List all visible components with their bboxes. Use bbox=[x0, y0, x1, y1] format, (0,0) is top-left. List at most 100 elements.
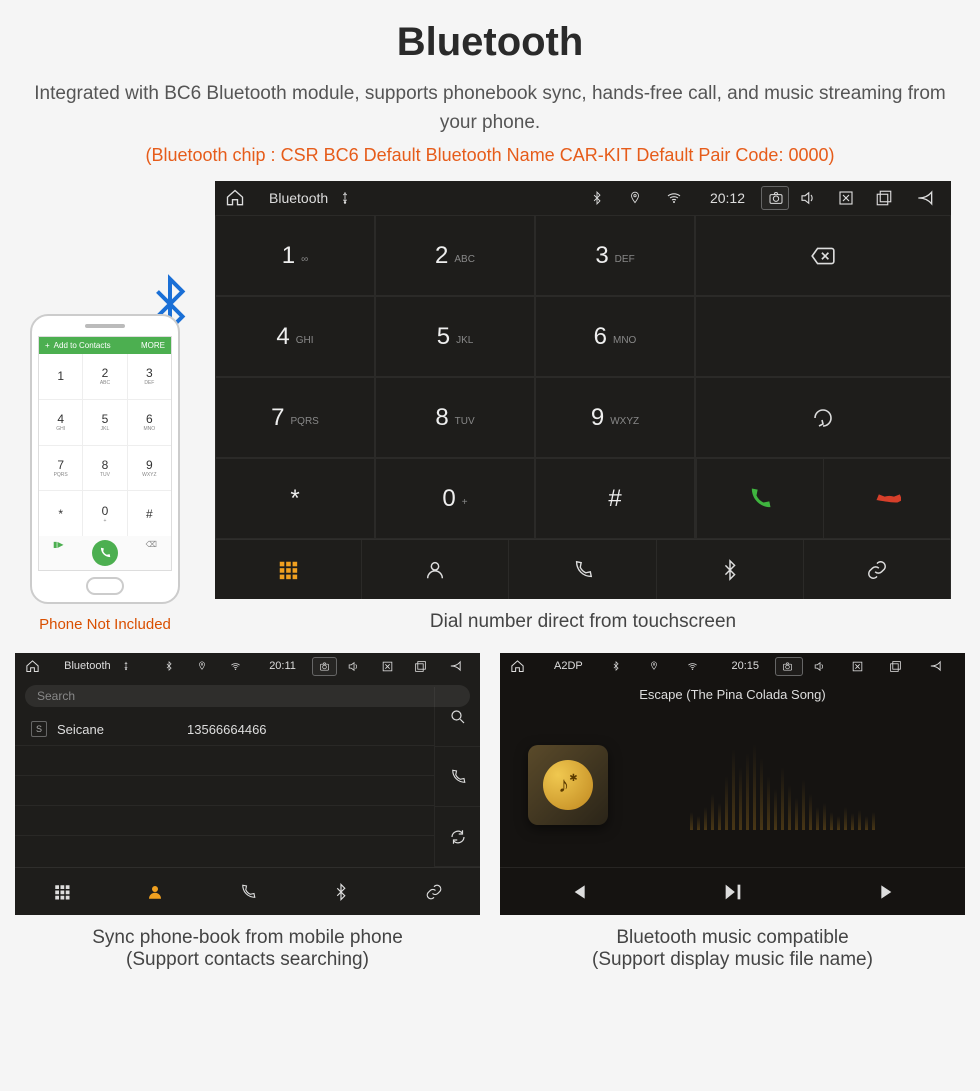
phone-dial-button bbox=[92, 540, 118, 566]
phone-mockup: + Add to Contacts MORE 12ABC3DEF4GHI5JKL… bbox=[30, 314, 180, 604]
wifi-icon bbox=[230, 661, 253, 672]
clock: 20:15 bbox=[731, 660, 759, 672]
home-icon[interactable] bbox=[510, 659, 538, 674]
nav-pair-tab[interactable] bbox=[804, 540, 951, 599]
prev-track-button[interactable] bbox=[500, 868, 655, 915]
bluetooth-icon bbox=[590, 191, 618, 205]
main-dialer-screen: Bluetooth 20:12 1∞2ABC3DEF 4GHI5JKL6MNO 7P… bbox=[215, 181, 951, 599]
home-icon[interactable] bbox=[225, 188, 253, 208]
nav-keypad-tab[interactable] bbox=[15, 868, 108, 915]
phone-key-2: 2ABC bbox=[83, 354, 126, 399]
nav-calllog-tab[interactable] bbox=[201, 868, 294, 915]
location-icon bbox=[628, 191, 656, 205]
nav-keypad-tab[interactable] bbox=[215, 540, 362, 599]
dial-key-7[interactable]: 7PQRS bbox=[215, 377, 375, 458]
location-icon bbox=[197, 661, 220, 671]
phone-caption: Phone Not Included bbox=[39, 616, 171, 633]
dial-key-8[interactable]: 8TUV bbox=[375, 377, 535, 458]
nav-pair-tab[interactable] bbox=[387, 868, 480, 915]
dial-key-4[interactable]: 4GHI bbox=[215, 296, 375, 377]
home-icon[interactable] bbox=[25, 659, 48, 674]
contact-number: 13566664466 bbox=[187, 722, 267, 737]
recent-apps-icon[interactable] bbox=[414, 660, 437, 673]
bottom-nav bbox=[215, 539, 951, 599]
volume-icon[interactable] bbox=[347, 660, 370, 673]
contact-name: Seicane bbox=[57, 722, 187, 737]
nav-bluetooth-tab[interactable] bbox=[294, 868, 387, 915]
phone-topbar-more: MORE bbox=[141, 341, 165, 350]
search-button[interactable] bbox=[434, 687, 480, 747]
dial-key-1[interactable]: 1∞ bbox=[215, 215, 375, 296]
dial-key-3[interactable]: 3DEF bbox=[535, 215, 695, 296]
dial-key-2[interactable]: 2ABC bbox=[375, 215, 535, 296]
redial-button[interactable] bbox=[695, 377, 951, 458]
call-button[interactable] bbox=[696, 459, 823, 538]
next-track-button[interactable] bbox=[810, 868, 965, 915]
volume-icon[interactable] bbox=[813, 660, 841, 673]
music-screen: A2DP 20:15 Escape (The Pina Colada Song)… bbox=[500, 653, 965, 915]
phone-key-3: 3DEF bbox=[128, 354, 171, 399]
close-icon[interactable] bbox=[381, 660, 404, 673]
phone-key-4: 4GHI bbox=[39, 400, 82, 445]
phone-topbar-label: Add to Contacts bbox=[54, 341, 111, 350]
recent-apps-icon[interactable] bbox=[889, 660, 917, 673]
spec-line: (Bluetooth chip : CSR BC6 Default Blueto… bbox=[15, 145, 965, 166]
dial-key-#[interactable]: # bbox=[535, 458, 695, 539]
nav-contacts-tab[interactable] bbox=[108, 868, 201, 915]
caption-line2: (Support contacts searching) bbox=[15, 949, 480, 971]
contact-row[interactable]: SSeicane13566664466 bbox=[15, 713, 434, 746]
phone-key-0: 0+ bbox=[83, 491, 126, 536]
track-title: Escape (The Pina Colada Song) bbox=[639, 687, 825, 702]
back-icon[interactable] bbox=[447, 659, 470, 673]
wifi-icon bbox=[687, 661, 715, 672]
call-button[interactable] bbox=[434, 747, 480, 807]
phone-mockup-column: + Add to Contacts MORE 12ABC3DEF4GHI5JKL… bbox=[15, 181, 195, 633]
main-caption: Dial number direct from touchscreen bbox=[215, 611, 951, 633]
screenshot-icon[interactable] bbox=[761, 186, 789, 210]
bluetooth-icon bbox=[611, 661, 639, 671]
caption-line1: Bluetooth music compatible bbox=[616, 927, 848, 948]
phone-video-icon: ▮▶ bbox=[53, 540, 64, 566]
bottom-nav bbox=[15, 867, 480, 915]
close-icon[interactable] bbox=[837, 189, 865, 207]
dial-key-*[interactable]: * bbox=[215, 458, 375, 539]
screenshot-icon[interactable] bbox=[775, 657, 803, 676]
contacts-caption: Sync phone-book from mobile phone (Suppo… bbox=[15, 927, 480, 971]
search-input[interactable]: Search bbox=[25, 685, 470, 707]
screenshot-icon[interactable] bbox=[312, 657, 338, 676]
statusbar: A2DP 20:15 bbox=[500, 653, 965, 679]
clock: 20:12 bbox=[710, 190, 745, 206]
phone-key-6: 6MNO bbox=[128, 400, 171, 445]
nav-contacts-tab[interactable] bbox=[362, 540, 509, 599]
call-actions[interactable] bbox=[695, 458, 951, 539]
back-icon[interactable] bbox=[927, 659, 955, 673]
volume-icon[interactable] bbox=[799, 189, 827, 207]
app-name: A2DP bbox=[554, 660, 583, 672]
contact-row-empty bbox=[15, 746, 434, 776]
play-pause-button[interactable] bbox=[655, 868, 810, 915]
phone-home-button bbox=[86, 577, 124, 595]
backspace-button[interactable] bbox=[695, 215, 951, 296]
phone-key-8: 8TUV bbox=[83, 446, 126, 491]
recent-apps-icon[interactable] bbox=[875, 189, 903, 207]
app-name: Bluetooth bbox=[269, 190, 328, 206]
nav-calllog-tab[interactable] bbox=[509, 540, 656, 599]
hangup-button[interactable] bbox=[823, 459, 950, 538]
nav-bluetooth-tab[interactable] bbox=[657, 540, 804, 599]
sync-button[interactable] bbox=[434, 807, 480, 867]
statusbar: Bluetooth 20:12 bbox=[215, 181, 951, 215]
dial-key-5[interactable]: 5JKL bbox=[375, 296, 535, 377]
phone-backspace-icon: ⌫ bbox=[146, 540, 157, 566]
phone-key-1: 1 bbox=[39, 354, 82, 399]
close-icon[interactable] bbox=[851, 660, 879, 673]
dial-key-9[interactable]: 9WXYZ bbox=[535, 377, 695, 458]
usb-icon bbox=[121, 661, 144, 671]
clock: 20:11 bbox=[269, 660, 296, 672]
page-subtitle: Integrated with BC6 Bluetooth module, su… bbox=[15, 80, 965, 137]
contact-row-empty bbox=[15, 806, 434, 836]
phone-key-#: # bbox=[128, 491, 171, 536]
dial-key-6[interactable]: 6MNO bbox=[535, 296, 695, 377]
back-icon[interactable] bbox=[913, 188, 941, 208]
dial-key-0[interactable]: 0+ bbox=[375, 458, 535, 539]
music-caption: Bluetooth music compatible (Support disp… bbox=[500, 927, 965, 971]
